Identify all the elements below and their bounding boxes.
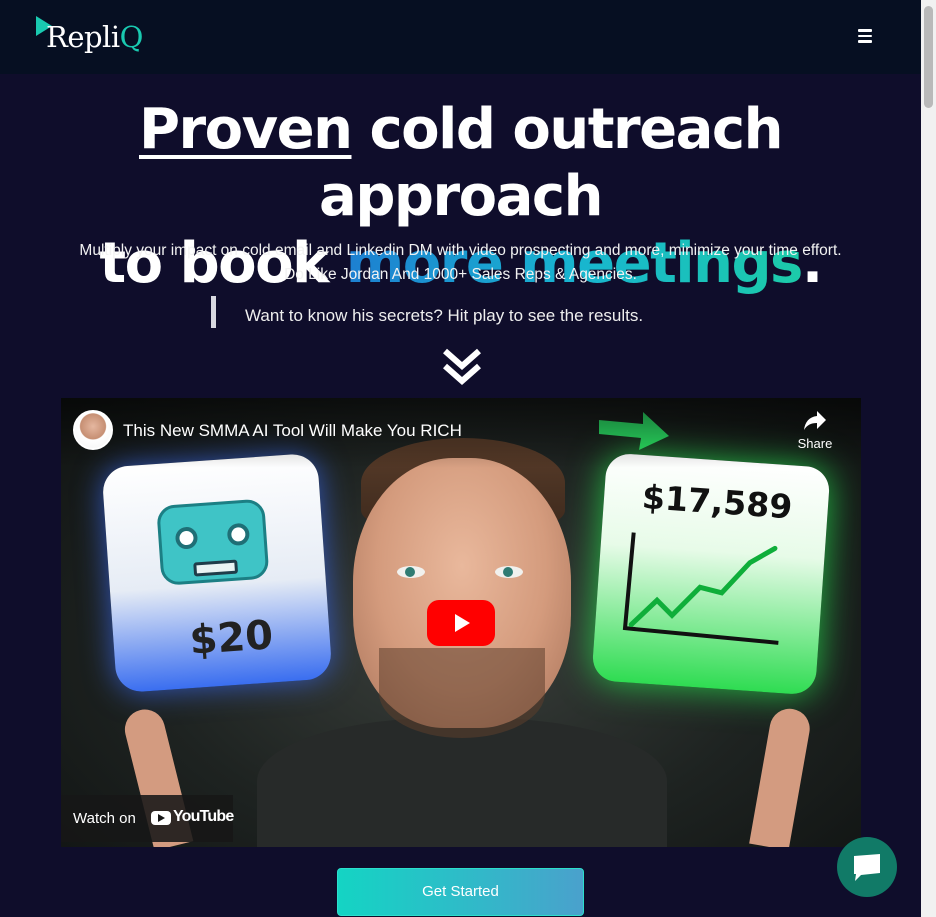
- growth-chart-icon: [622, 532, 779, 645]
- share-button[interactable]: Share: [793, 410, 837, 460]
- watch-on-label: Watch on: [73, 810, 136, 827]
- logo-wordmark: RepliQ: [46, 20, 143, 54]
- youtube-wordmark: YouTube: [173, 808, 234, 825]
- watch-on-youtube-button[interactable]: Watch on YouTube: [61, 795, 234, 842]
- repliq-logo[interactable]: RepliQ: [34, 14, 154, 60]
- chart-card-graphic: $17,589: [591, 452, 831, 696]
- channel-avatar[interactable]: [73, 410, 113, 450]
- subtitle-line-2: Do Like Jordan And 1000+ Sales Reps & Ag…: [284, 266, 637, 283]
- headline-emphasis-word: Proven: [139, 97, 353, 162]
- scrollbar-thumb[interactable]: [924, 6, 933, 108]
- hamburger-menu-icon[interactable]: [855, 29, 875, 47]
- presenter-beard: [379, 648, 545, 738]
- hero-subtitle: Multiply your impact on cold email and L…: [0, 239, 921, 287]
- video-title[interactable]: This New SMMA AI Tool Will Make You RICH: [123, 421, 462, 441]
- get-started-button[interactable]: Get Started: [337, 868, 584, 916]
- chat-bubble-icon: [854, 854, 880, 881]
- scrollbar-track[interactable]: [921, 0, 936, 917]
- robot-icon: [156, 498, 270, 586]
- share-label: Share: [797, 436, 833, 451]
- robot-card-graphic: $20: [101, 452, 333, 694]
- headline-part-2: cold outreach approach: [319, 97, 783, 229]
- presenter-eye-left: [397, 566, 425, 578]
- thumbnail-left-price: $20: [188, 612, 275, 665]
- double-chevron-down-icon: [443, 348, 481, 386]
- chat-widget-button[interactable]: [837, 837, 897, 897]
- youtube-video-embed[interactable]: $20 $17,589 This New SMMA AI Tool Will M…: [61, 398, 861, 847]
- hero-quote: Want to know his secrets? Hit play to se…: [245, 306, 644, 325]
- thumbnail-right-price: $17,589: [640, 477, 794, 527]
- quote-bar: [211, 296, 216, 328]
- share-arrow-icon: [804, 411, 826, 430]
- presenter-eye-right: [495, 566, 523, 578]
- youtube-play-button[interactable]: [427, 600, 495, 646]
- youtube-logo-icon: [151, 811, 171, 825]
- navbar: RepliQ: [0, 0, 921, 74]
- subtitle-line-1: Multiply your impact on cold email and L…: [79, 242, 842, 259]
